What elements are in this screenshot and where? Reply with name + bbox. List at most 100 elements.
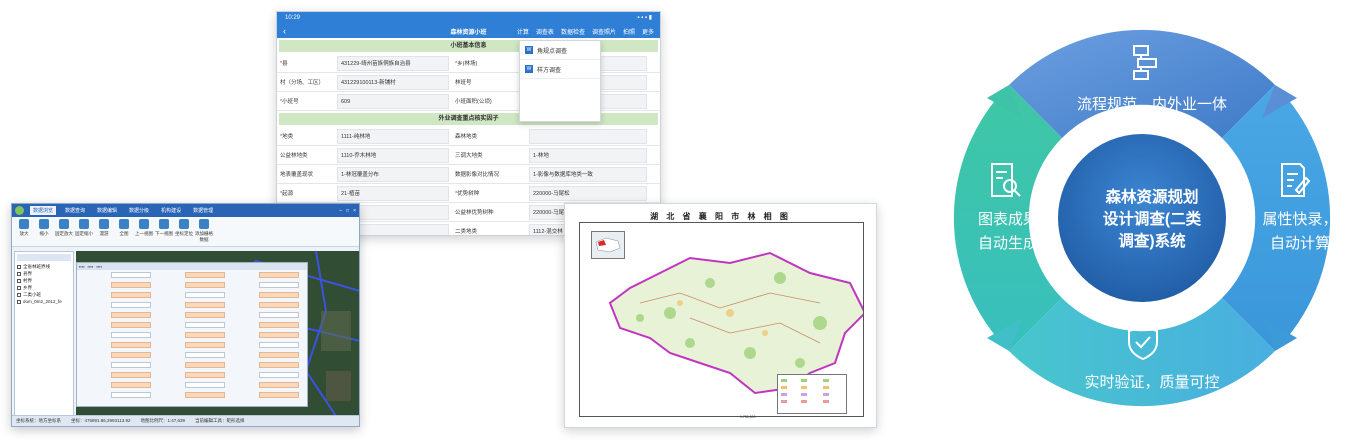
attribute-field[interactable]	[111, 352, 151, 358]
attribute-field[interactable]	[111, 312, 151, 318]
tool-button[interactable]: 放大	[15, 219, 33, 244]
tool-button[interactable]: 固定放大	[55, 219, 73, 244]
map-legend	[777, 374, 847, 414]
layer-checkbox[interactable]	[17, 299, 21, 304]
attribute-row	[77, 270, 307, 280]
tab-org[interactable]: 机构建设	[158, 206, 184, 215]
field-value[interactable]: 1-林地	[529, 147, 647, 163]
field-value[interactable]: 609	[337, 93, 449, 109]
layer-item[interactable]: 全省林班界线	[17, 263, 71, 270]
layer-checkbox[interactable]	[17, 278, 21, 283]
tool-button[interactable]: 上一视图	[135, 219, 153, 244]
attribute-field[interactable]	[259, 352, 299, 358]
attribute-row	[77, 390, 307, 400]
attribute-field[interactable]	[259, 282, 299, 288]
tool-button[interactable]: 添加栅格数据	[195, 219, 213, 244]
tool-button[interactable]: 缩小	[35, 219, 53, 244]
attribute-field[interactable]	[185, 332, 225, 338]
close-icon[interactable]: ×	[353, 208, 356, 214]
tab-query[interactable]: 数据查询	[62, 206, 88, 215]
field-value[interactable]: 431229-靖州苗族侗族自治县	[337, 55, 449, 71]
tab-manage[interactable]: 数据管理	[190, 206, 216, 215]
attr-tab[interactable]: ▪▪▪▪	[88, 264, 94, 269]
layer-checkbox[interactable]	[17, 271, 21, 276]
tab-browse[interactable]: 数据浏览	[30, 206, 57, 215]
field-value[interactable]: 431229100113-新铺村	[337, 74, 449, 90]
attribute-field[interactable]	[185, 352, 225, 358]
menu-take-photo[interactable]: 拍照	[623, 27, 635, 36]
attribute-field[interactable]	[185, 312, 225, 318]
attribute-field[interactable]	[111, 362, 151, 368]
attribute-field[interactable]	[185, 342, 225, 348]
tab-grade[interactable]: 数据分级	[126, 206, 152, 215]
attribute-field[interactable]	[111, 322, 151, 328]
attribute-field[interactable]	[185, 272, 225, 278]
attribute-field[interactable]	[185, 382, 225, 388]
minimize-icon[interactable]: –	[339, 208, 342, 214]
tool-button[interactable]: 漫游	[95, 219, 113, 244]
attribute-field[interactable]	[185, 372, 225, 378]
attribute-field[interactable]	[185, 292, 225, 298]
attribute-field[interactable]	[259, 382, 299, 388]
menu-photos[interactable]: 调查照片	[592, 27, 616, 36]
maximize-icon[interactable]: □	[346, 208, 349, 214]
menu-calc[interactable]: 计算	[517, 27, 529, 36]
tool-button[interactable]: 固定缩小	[75, 219, 93, 244]
attribute-field[interactable]	[259, 302, 299, 308]
field-value[interactable]: 1111-纯林地	[337, 128, 449, 144]
popup-item-angle-gauge[interactable]: W 角规点调查	[520, 41, 600, 60]
tool-button[interactable]: 坐标定位	[175, 219, 193, 244]
layer-item[interactable]: dom_0m2_2012_fe	[17, 298, 71, 305]
layer-item[interactable]: 二类小班	[17, 291, 71, 298]
attribute-field[interactable]	[111, 372, 151, 378]
attribute-field[interactable]	[259, 322, 299, 328]
attribute-field[interactable]	[259, 372, 299, 378]
attribute-field[interactable]	[259, 312, 299, 318]
popup-item-quadrat[interactable]: W 样方调查	[520, 60, 600, 79]
layer-label: 村界	[23, 277, 32, 283]
attribute-field[interactable]	[185, 322, 225, 328]
attribute-field[interactable]	[111, 292, 151, 298]
attribute-field[interactable]	[111, 302, 151, 308]
tool-button[interactable]: 全图	[115, 219, 133, 244]
survey-type-popup: W 角规点调查 W 样方调查	[519, 40, 601, 122]
attribute-field[interactable]	[111, 342, 151, 348]
menu-data-check[interactable]: 数据检查	[561, 27, 585, 36]
attribute-field[interactable]	[111, 282, 151, 288]
attribute-field[interactable]	[111, 392, 151, 398]
attribute-field[interactable]	[111, 382, 151, 388]
menu-survey-table[interactable]: 调查表	[536, 27, 554, 36]
layer-checkbox[interactable]	[17, 285, 21, 290]
back-icon[interactable]: ‹	[283, 26, 297, 36]
field-value[interactable]: 1110-乔木林地	[337, 147, 449, 163]
layer-item[interactable]: 县界	[17, 270, 71, 277]
layer-item[interactable]: 乡界	[17, 284, 71, 291]
attribute-field[interactable]	[259, 362, 299, 368]
attribute-row	[77, 300, 307, 310]
attribute-field[interactable]	[259, 332, 299, 338]
field-value[interactable]: 220000-马尾松	[529, 185, 647, 201]
field-value[interactable]	[529, 128, 647, 144]
layer-checkbox[interactable]	[17, 292, 21, 297]
attr-tab[interactable]: ▪▪▪▪	[96, 264, 102, 269]
attribute-field[interactable]	[259, 392, 299, 398]
tool-button[interactable]: 下一视图	[155, 219, 173, 244]
attr-tab[interactable]: ▪▪▪▪	[79, 264, 85, 269]
attribute-field[interactable]	[259, 272, 299, 278]
attribute-field[interactable]	[259, 292, 299, 298]
tool-icon	[179, 219, 189, 229]
tab-edit[interactable]: 数据编辑	[94, 206, 120, 215]
menu-more[interactable]: 更多	[642, 27, 654, 36]
field-value[interactable]: 1-林冠覆盖分布	[337, 166, 449, 182]
attribute-field[interactable]	[185, 362, 225, 368]
attribute-field[interactable]	[111, 272, 151, 278]
field-value[interactable]: 1-影像与数据库地类一致	[529, 166, 647, 182]
attribute-field[interactable]	[185, 392, 225, 398]
attribute-field[interactable]	[185, 282, 225, 288]
field-value[interactable]: 21-植苗	[337, 185, 449, 201]
attribute-field[interactable]	[259, 342, 299, 348]
layer-checkbox[interactable]	[17, 264, 21, 269]
attribute-field[interactable]	[111, 332, 151, 338]
attribute-field[interactable]	[185, 302, 225, 308]
layer-item[interactable]: 村界	[17, 277, 71, 284]
